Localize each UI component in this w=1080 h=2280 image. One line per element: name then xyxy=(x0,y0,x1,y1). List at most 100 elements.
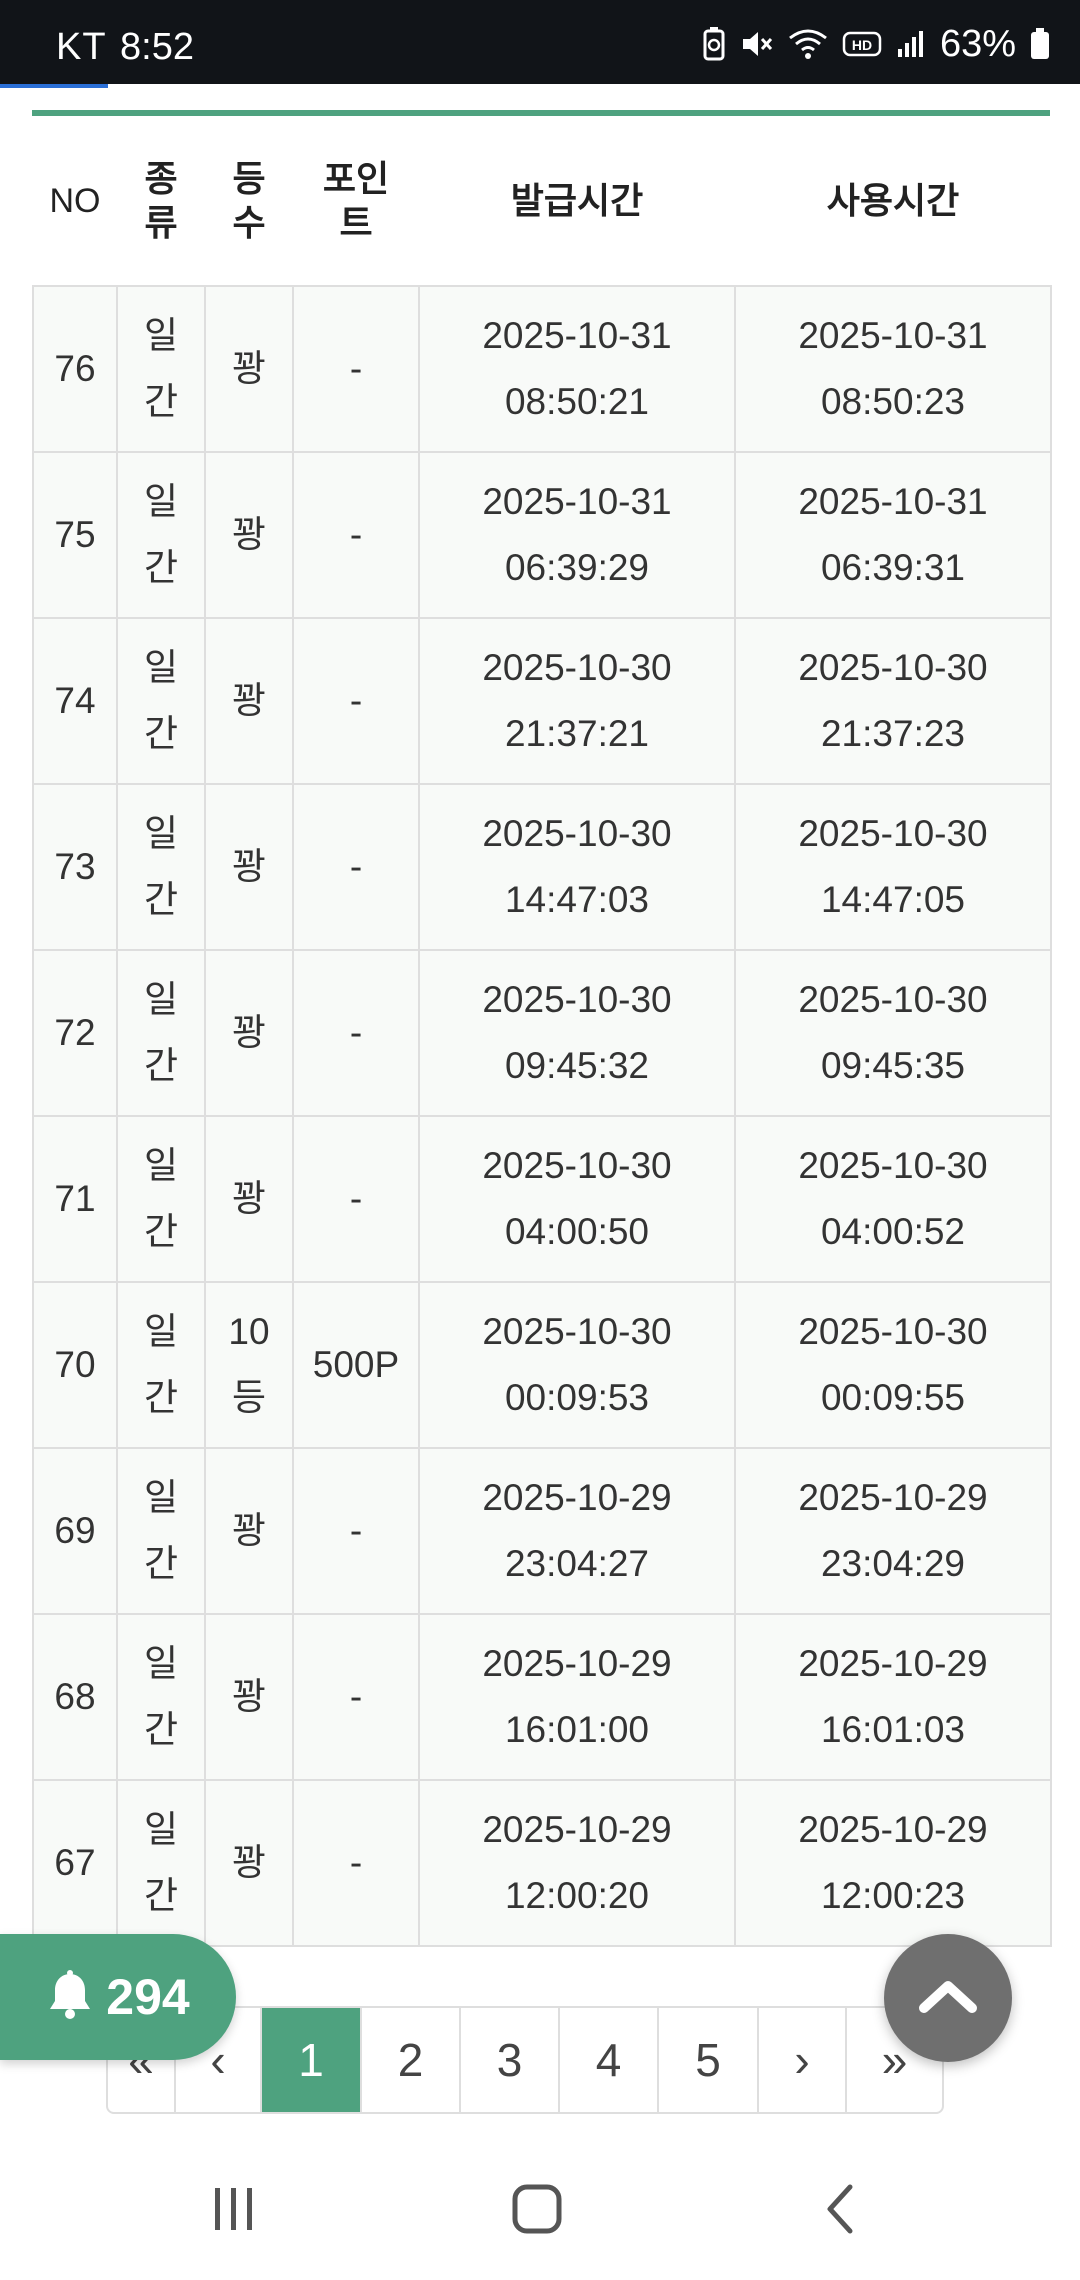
cell-no: 76 xyxy=(32,285,118,453)
table-row: 74 일 간 꽝 -2025-10-30 21:37:21 2025-10-30 21:37:… xyxy=(32,617,1052,785)
home-button[interactable] xyxy=(497,2176,577,2246)
cell-kind: 일간 xyxy=(116,1281,206,1449)
cell-issued-time: 2025-10-30 00:09:53 xyxy=(418,1281,736,1449)
cell-point: - xyxy=(292,1613,420,1781)
cell-grade: 꽝 xyxy=(204,1115,294,1283)
cell-issued-time: 2025-10-29 12:00:20 xyxy=(418,1779,736,1947)
cell-point: - xyxy=(292,949,420,1117)
header-kind: 종류 xyxy=(144,157,178,243)
cell-issued-time: 2025-10-30 04:00:50 xyxy=(418,1115,736,1283)
cell-issued-time: 2025-10-31 08:50:21 xyxy=(418,285,736,453)
lottery-history-table-wrap: NO 종류 등수 포인 트 발급시간 사용시간 76 일 간 꽝 -2025-10-31 0… xyxy=(32,110,1052,1947)
cell-grade: 꽝 xyxy=(204,285,294,453)
table-row: 67 일 간 꽝 -2025-10-29 12:00:20 2025-10-29 12:00:… xyxy=(32,1779,1052,1947)
cell-no: 72 xyxy=(32,949,118,1117)
cell-point: - xyxy=(292,285,420,453)
status-bar: KT 8:52 HD 63% xyxy=(0,0,1080,84)
lottery-history-table: NO 종류 등수 포인 트 발급시간 사용시간 76 일 간 꽝 -2025-10-31 0… xyxy=(32,116,1052,1947)
header-point: 포인 트 xyxy=(322,157,390,243)
page-load-progress xyxy=(0,84,108,88)
table-row: 76 일 간 꽝 -2025-10-31 08:50:21 2025-10-31 08:50:… xyxy=(32,285,1052,453)
cell-point: - xyxy=(292,783,420,951)
cell-grade: 꽝 xyxy=(204,783,294,951)
table-row: 75 일 간 꽝 -2025-10-31 06:39:29 2025-10-31 06:39:… xyxy=(32,451,1052,619)
cell-used-time: 2025-10-29 12:00:23 xyxy=(734,1779,1052,1947)
cell-issued-time: 2025-10-30 14:47:03 xyxy=(418,783,736,951)
cell-kind: 일간 xyxy=(116,451,206,619)
cell-used-time: 2025-10-30 00:09:55 xyxy=(734,1281,1052,1449)
cell-no: 75 xyxy=(32,451,118,619)
recent-apps-button[interactable] xyxy=(194,2176,274,2246)
signal-icon xyxy=(896,29,926,59)
notification-button[interactable]: 294 xyxy=(0,1934,236,2060)
cell-point: - xyxy=(292,451,420,619)
cell-no: 74 xyxy=(32,617,118,785)
cell-issued-time: 2025-10-29 16:01:00 xyxy=(418,1613,736,1781)
page-5-button[interactable]: 5 xyxy=(659,2008,759,2112)
battery-saver-icon xyxy=(702,27,726,61)
cell-kind: 일간 xyxy=(116,1779,206,1947)
table-row: 68 일 간 꽝 -2025-10-29 16:01:00 2025-10-29 16:01:… xyxy=(32,1613,1052,1781)
page-next-button[interactable]: › xyxy=(759,2008,847,2112)
wifi-icon xyxy=(788,28,828,60)
cell-used-time: 2025-10-31 08:50:23 xyxy=(734,285,1052,453)
cell-issued-time: 2025-10-30 09:45:32 xyxy=(418,949,736,1117)
cell-used-time: 2025-10-30 21:37:23 xyxy=(734,617,1052,785)
table-row: 70 일 간 10 등 500P 2025-10-30 00:09:53 2025-10-30 0… xyxy=(32,1281,1052,1449)
status-carrier: KT xyxy=(56,26,107,68)
page-1-button[interactable]: 1 xyxy=(262,2008,362,2112)
system-nav-bar xyxy=(0,2140,1080,2280)
cell-used-time: 2025-10-31 06:39:31 xyxy=(734,451,1052,619)
table-header-row: NO 종류 등수 포인 트 발급시간 사용시간 xyxy=(33,116,1051,286)
header-grade: 등수 xyxy=(232,157,266,243)
bell-icon xyxy=(46,1969,94,2025)
pagination: « ‹ 1 2 3 4 5 › » xyxy=(106,2006,944,2114)
page-4-button[interactable]: 4 xyxy=(560,2008,659,2112)
status-icons: HD 63% xyxy=(702,22,1050,66)
cell-used-time: 2025-10-29 23:04:29 xyxy=(734,1447,1052,1615)
page-3-button[interactable]: 3 xyxy=(461,2008,560,2112)
cell-grade: 꽝 xyxy=(204,617,294,785)
cell-kind: 일간 xyxy=(116,1613,206,1781)
table-row: 73 일 간 꽝 -2025-10-30 14:47:03 2025-10-30 14:47:… xyxy=(32,783,1052,951)
cell-used-time: 2025-10-30 09:45:35 xyxy=(734,949,1052,1117)
chevron-up-icon xyxy=(918,1976,978,2021)
table-row: 69 일 간 꽝 -2025-10-29 23:04:27 2025-10-29 23:04:… xyxy=(32,1447,1052,1615)
battery-percent: 63% xyxy=(939,22,1016,65)
cell-issued-time: 2025-10-31 06:39:29 xyxy=(418,451,736,619)
home-icon xyxy=(511,2183,563,2240)
cell-no: 73 xyxy=(32,783,118,951)
cell-kind: 일간 xyxy=(116,949,206,1117)
cell-point: - xyxy=(292,1447,420,1615)
cell-grade: 꽝 xyxy=(204,1447,294,1615)
cell-used-time: 2025-10-29 16:01:03 xyxy=(734,1613,1052,1781)
scroll-top-button[interactable] xyxy=(884,1934,1012,2062)
page-2-button[interactable]: 2 xyxy=(362,2008,461,2112)
cell-point: - xyxy=(292,617,420,785)
cell-grade: 꽝 xyxy=(204,451,294,619)
back-icon xyxy=(820,2183,860,2240)
back-button[interactable] xyxy=(800,2176,880,2246)
cell-kind: 일간 xyxy=(116,1115,206,1283)
cell-grade: 꽝 xyxy=(204,1613,294,1781)
cell-grade: 꽝 xyxy=(204,949,294,1117)
cell-kind: 일간 xyxy=(116,285,206,453)
cell-used-time: 2025-10-30 14:47:05 xyxy=(734,783,1052,951)
table-row: 72 일 간 꽝 -2025-10-30 09:45:32 2025-10-30 09:45:… xyxy=(32,949,1052,1117)
header-used-time: 사용시간 xyxy=(826,179,960,221)
cell-no: 68 xyxy=(32,1613,118,1781)
cell-point: - xyxy=(292,1779,420,1947)
cell-kind: 일간 xyxy=(116,783,206,951)
cell-issued-time: 2025-10-29 23:04:27 xyxy=(418,1447,736,1615)
cell-point: 500P xyxy=(292,1281,420,1449)
recent-apps-icon xyxy=(209,2184,259,2239)
cell-kind: 일간 xyxy=(116,1447,206,1615)
status-time: 8:52 xyxy=(120,26,194,68)
cell-issued-time: 2025-10-30 21:37:21 xyxy=(418,617,736,785)
cell-no: 69 xyxy=(32,1447,118,1615)
cell-grade: 10 등 xyxy=(204,1281,294,1449)
svg-text:HD: HD xyxy=(852,37,872,53)
cell-point: - xyxy=(292,1115,420,1283)
cell-no: 70 xyxy=(32,1281,118,1449)
header-issued-time: 발급시간 xyxy=(510,179,644,221)
